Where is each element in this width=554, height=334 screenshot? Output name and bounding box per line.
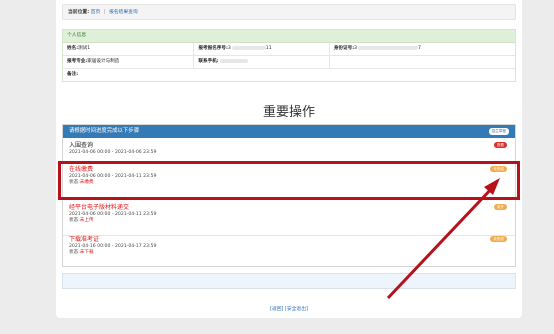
arrow-shaft <box>386 184 496 300</box>
annotation-arrow <box>386 178 500 300</box>
